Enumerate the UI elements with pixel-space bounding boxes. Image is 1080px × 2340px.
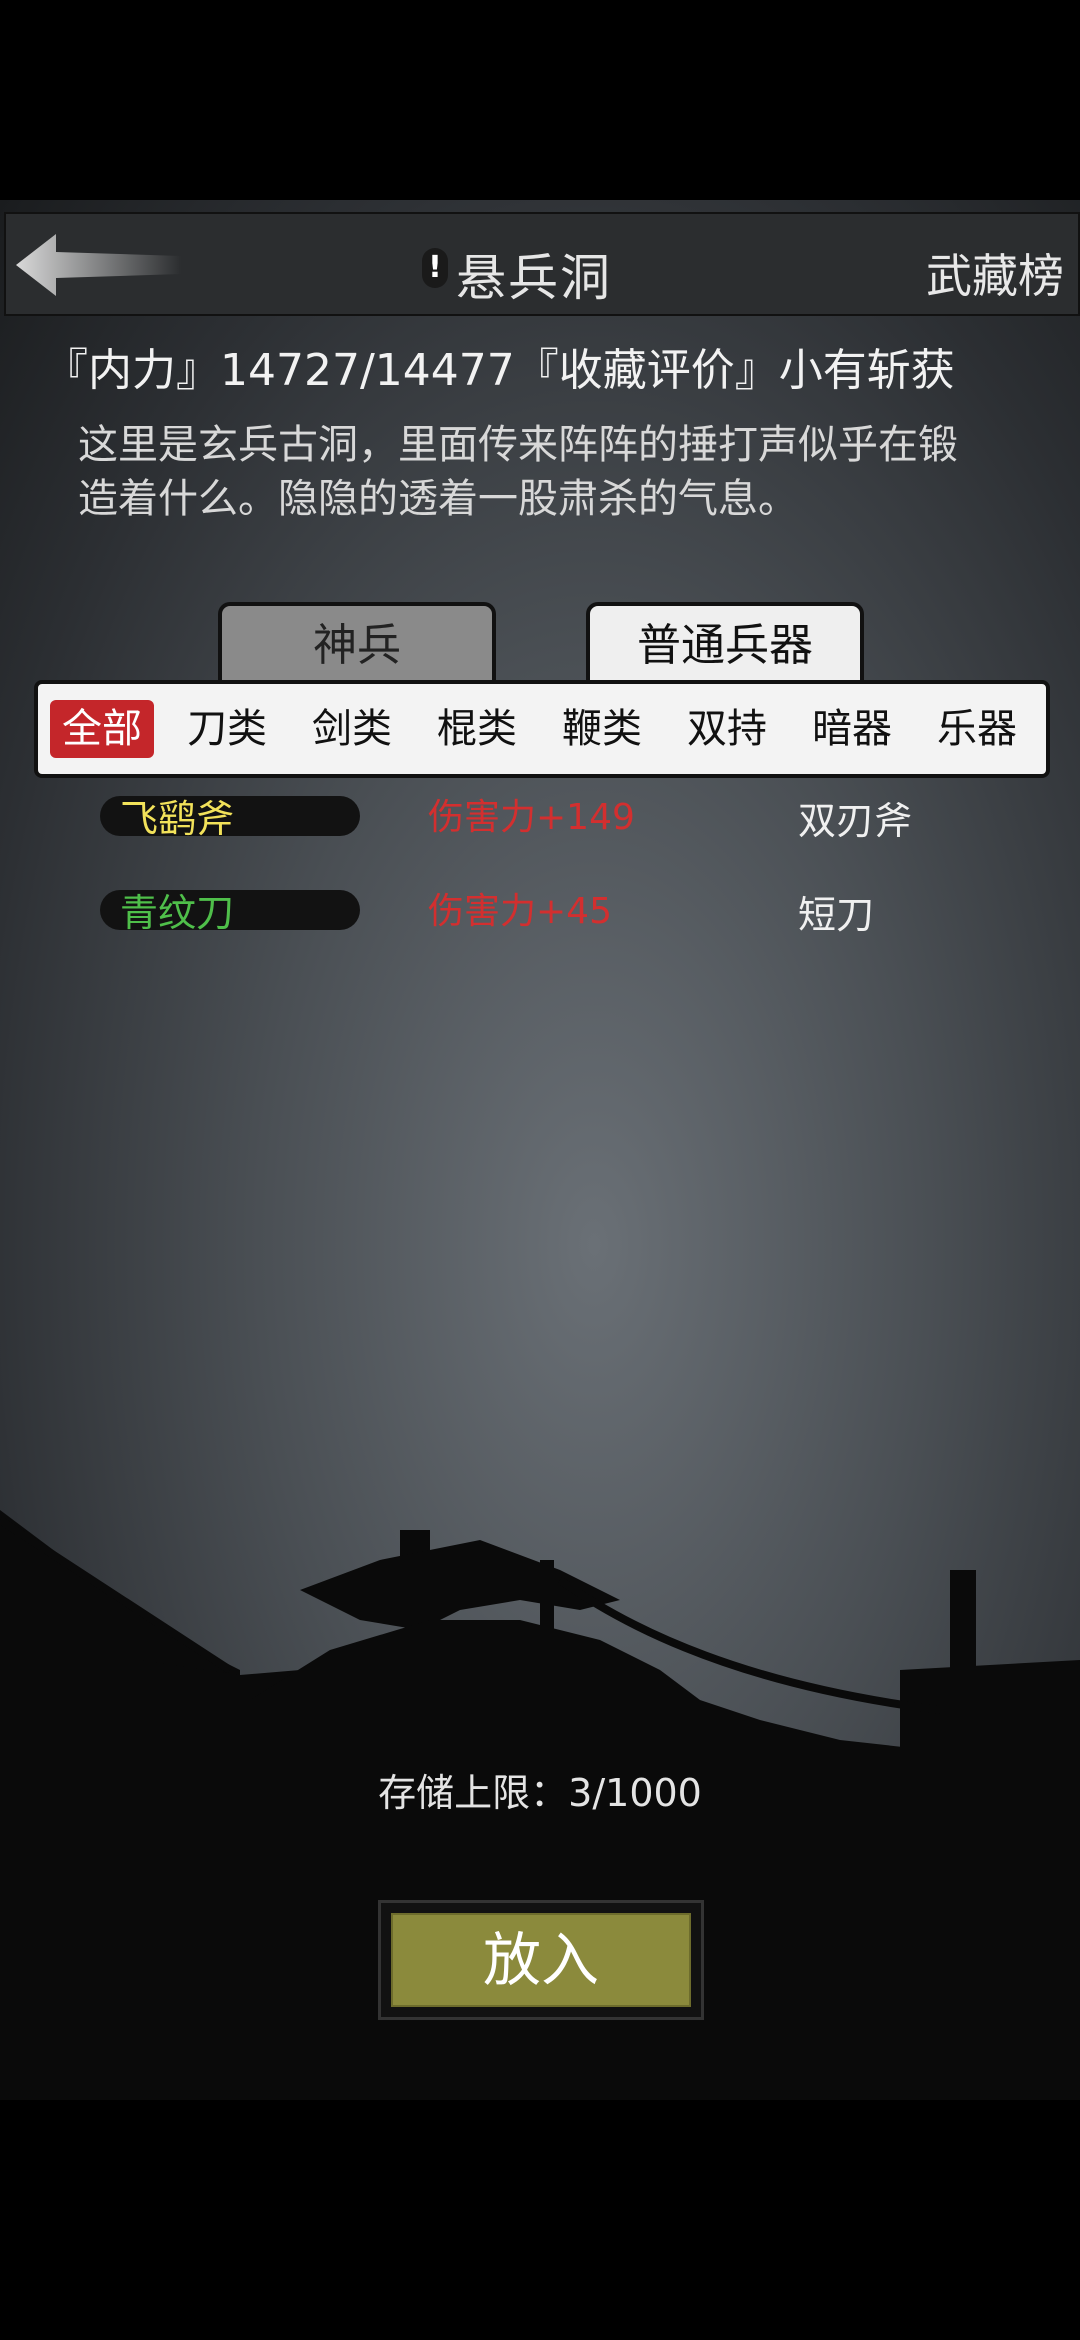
item-name: 飞鹞斧: [120, 797, 235, 841]
item-type: 短刀: [798, 893, 875, 937]
filter-swords[interactable]: 剑类: [300, 700, 404, 758]
list-item[interactable]: 青纹刀 伤害力+45 短刀: [28, 872, 1044, 942]
page-title: 悬兵洞: [456, 249, 612, 307]
item-type: 双刃斧: [798, 799, 913, 843]
filter-dual-wield[interactable]: 双持: [675, 700, 779, 758]
filter-blades[interactable]: 刀类: [175, 700, 279, 758]
back-arrow-icon[interactable]: [16, 232, 186, 298]
put-in-button[interactable]: 放入: [378, 1900, 704, 2020]
tab-normal-weapons[interactable]: 普通兵器: [586, 602, 864, 682]
storage-limit: 存储上限：3/1000: [378, 1771, 702, 1815]
filter-whips[interactable]: 鞭类: [550, 700, 654, 758]
filter-instruments[interactable]: 乐器: [925, 700, 1029, 758]
list-item[interactable]: 飞鹞斧 伤害力+149 双刃斧: [28, 778, 1044, 848]
top-bar: ! 悬兵洞 武藏榜: [4, 212, 1080, 316]
item-name: 青纹刀: [120, 891, 235, 935]
category-filter-bar: 全部 刀类 剑类 棍类 鞭类 双持 暗器 乐器: [34, 680, 1050, 778]
alert-badge: !: [422, 248, 448, 288]
filter-all[interactable]: 全部: [50, 700, 154, 758]
put-in-button-label: 放入: [391, 1913, 691, 2007]
filter-hidden-weapons[interactable]: 暗器: [800, 700, 904, 758]
item-stat: 伤害力+149: [428, 797, 635, 838]
item-stat: 伤害力+45: [428, 891, 612, 932]
tab-divine-weapons[interactable]: 神兵: [218, 602, 496, 682]
stats-line: 『内力』14727/14477『收藏评价』小有斩获: [44, 345, 955, 396]
filter-staffs[interactable]: 棍类: [425, 700, 529, 758]
location-description: 这里是玄兵古洞，里面传来阵阵的捶打声似乎在锻造着什么。隐隐的透着一股肃杀的气息。: [78, 422, 958, 522]
rank-list-link[interactable]: 武藏榜: [926, 240, 1064, 306]
game-screen: ! 悬兵洞 武藏榜 『内力』14727/14477『收藏评价』小有斩获 这里是玄…: [0, 200, 1080, 2100]
